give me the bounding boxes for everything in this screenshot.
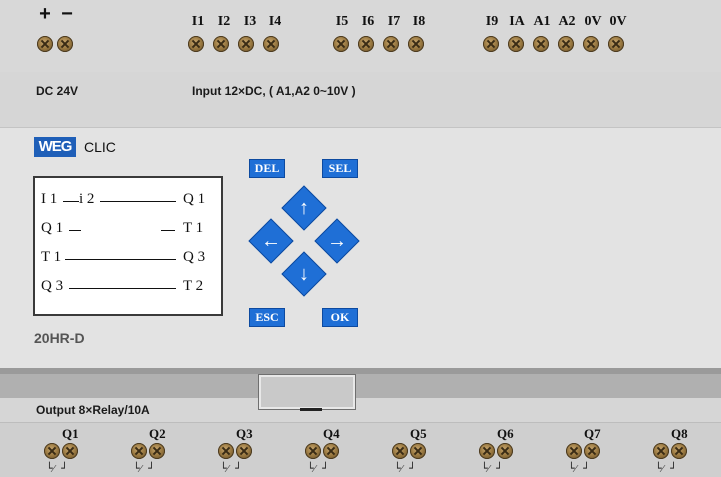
terminal-label-i6: I6 bbox=[361, 14, 375, 29]
lcd-row: Q 1 T 1 bbox=[35, 220, 221, 240]
terminal-label-a2: A2 bbox=[558, 14, 576, 29]
screw-terminal-q7-b[interactable] bbox=[584, 443, 600, 459]
output-label-q2: Q2 bbox=[149, 426, 166, 441]
screw-terminal-ia[interactable] bbox=[508, 36, 524, 52]
screw-terminal-q8-a[interactable] bbox=[653, 443, 669, 459]
screw-terminal-plus[interactable] bbox=[37, 36, 53, 52]
right-arrow-icon: → bbox=[327, 230, 347, 252]
terminal-label-0v-1: 0V bbox=[584, 14, 602, 29]
terminal-label-ia: IA bbox=[509, 14, 525, 29]
screw-terminal-i5[interactable] bbox=[333, 36, 349, 52]
relay-contact-icon: └⁄ ┘ bbox=[568, 462, 590, 475]
screw-terminal-0v-2[interactable] bbox=[608, 36, 624, 52]
product-name: CLIC bbox=[84, 139, 116, 155]
output-terminal-strip: Q1 └⁄ ┘ Q2 └⁄ ┘ Q3 └⁄ ┘ Q4 └⁄ ┘ Q5 └⁄ ┘ … bbox=[0, 422, 721, 477]
terminal-label-a1: A1 bbox=[533, 14, 551, 29]
output-label-q1: Q1 bbox=[62, 426, 79, 441]
relay-contact-icon: └⁄ ┘ bbox=[307, 462, 329, 475]
output-label-q7: Q7 bbox=[584, 426, 601, 441]
lcd-display: I 1 i 2 Q 1 Q 1 T 1 T 1 Q 3 Q 3 T 2 bbox=[33, 176, 223, 316]
ok-button[interactable]: OK bbox=[322, 308, 358, 327]
screw-terminal-i9[interactable] bbox=[483, 36, 499, 52]
screw-terminal-q6-a[interactable] bbox=[479, 443, 495, 459]
screw-terminal-q5-a[interactable] bbox=[392, 443, 408, 459]
slot-tab bbox=[300, 408, 322, 411]
output-label-q8: Q8 bbox=[671, 426, 688, 441]
terminal-label-i8: I8 bbox=[412, 14, 426, 29]
relay-contact-icon: └⁄ ┘ bbox=[481, 462, 503, 475]
terminal-label-i3: I3 bbox=[243, 14, 257, 29]
relay-contact-icon: └⁄ ┘ bbox=[220, 462, 242, 475]
lcd-coil-q1: Q 1 bbox=[183, 191, 206, 207]
screw-terminal-a2[interactable] bbox=[558, 36, 574, 52]
relay-contact-icon: └⁄ ┘ bbox=[655, 462, 677, 475]
output-spec-band: Output 8×Relay/10A bbox=[0, 398, 721, 422]
output-label-q5: Q5 bbox=[410, 426, 427, 441]
screw-terminal-q1-b[interactable] bbox=[62, 443, 78, 459]
screw-terminal-a1[interactable] bbox=[533, 36, 549, 52]
terminal-label-i9: I9 bbox=[485, 14, 499, 29]
lcd-contact-q3: Q 3 bbox=[41, 278, 64, 294]
spec-band: DC 24V Input 12×DC, ( A1,A2 0~10V ) bbox=[0, 72, 721, 128]
terminal-label-i2: I2 bbox=[217, 14, 231, 29]
input-terminal-strip: + − I1 I2 I3 I4 I5 I6 I7 I8 I9 IA A1 A2 … bbox=[0, 0, 721, 73]
screw-terminal-q5-b[interactable] bbox=[410, 443, 426, 459]
terminal-label-i4: I4 bbox=[268, 14, 282, 29]
model-number: 20HR-D bbox=[34, 330, 85, 346]
terminal-label-i7: I7 bbox=[387, 14, 401, 29]
screw-terminal-q1-a[interactable] bbox=[44, 443, 60, 459]
up-arrow-icon: ↑ bbox=[299, 197, 309, 219]
del-button[interactable]: DEL bbox=[249, 159, 285, 178]
lcd-coil-t2: T 2 bbox=[183, 278, 204, 294]
screw-terminal-q8-b[interactable] bbox=[671, 443, 687, 459]
ledge-shadow bbox=[0, 368, 721, 374]
output-label-q4: Q4 bbox=[323, 426, 340, 441]
relay-contact-icon: └⁄ ┘ bbox=[46, 462, 68, 475]
screw-terminal-q2-b[interactable] bbox=[149, 443, 165, 459]
output-label-q3: Q3 bbox=[236, 426, 253, 441]
screw-terminal-q4-b[interactable] bbox=[323, 443, 339, 459]
esc-button[interactable]: ESC bbox=[249, 308, 285, 327]
terminal-label-i5: I5 bbox=[335, 14, 349, 29]
screw-terminal-i8[interactable] bbox=[408, 36, 424, 52]
screw-terminal-q3-a[interactable] bbox=[218, 443, 234, 459]
terminal-label-plus: + bbox=[39, 3, 51, 25]
input-spec-label: Input 12×DC, ( A1,A2 0~10V ) bbox=[192, 84, 356, 98]
plc-device: + − I1 I2 I3 I4 I5 I6 I7 I8 I9 IA A1 A2 … bbox=[0, 0, 721, 477]
output-label-q6: Q6 bbox=[497, 426, 514, 441]
output-spec-label: Output 8×Relay/10A bbox=[36, 403, 150, 417]
supply-label: DC 24V bbox=[36, 84, 79, 98]
screw-terminal-i2[interactable] bbox=[213, 36, 229, 52]
terminal-label-i1: I1 bbox=[191, 14, 205, 29]
screw-terminal-minus[interactable] bbox=[57, 36, 73, 52]
screw-terminal-i7[interactable] bbox=[383, 36, 399, 52]
screw-terminal-q7-a[interactable] bbox=[566, 443, 582, 459]
weg-logo: WEG bbox=[34, 137, 76, 157]
expansion-slot-cover[interactable] bbox=[258, 374, 356, 410]
screw-terminal-q2-a[interactable] bbox=[131, 443, 147, 459]
down-arrow-icon: ↓ bbox=[299, 263, 309, 285]
relay-contact-icon: └⁄ ┘ bbox=[133, 462, 155, 475]
screw-terminal-i6[interactable] bbox=[358, 36, 374, 52]
screw-terminal-0v-1[interactable] bbox=[583, 36, 599, 52]
lcd-coil-t1: T 1 bbox=[183, 220, 204, 236]
sel-button[interactable]: SEL bbox=[322, 159, 358, 178]
screw-terminal-q6-b[interactable] bbox=[497, 443, 513, 459]
screw-terminal-q3-b[interactable] bbox=[236, 443, 252, 459]
screw-terminal-i1[interactable] bbox=[188, 36, 204, 52]
screw-terminal-i4[interactable] bbox=[263, 36, 279, 52]
relay-contact-icon: └⁄ ┘ bbox=[394, 462, 416, 475]
terminal-label-minus: − bbox=[61, 3, 73, 25]
lcd-contact-i1: I 1 bbox=[41, 191, 58, 207]
left-arrow-icon: ← bbox=[261, 230, 281, 252]
terminal-label-0v-2: 0V bbox=[609, 14, 627, 29]
screw-terminal-i3[interactable] bbox=[238, 36, 254, 52]
lcd-contact-i2: i 2 bbox=[79, 191, 95, 207]
lcd-contact-q1: Q 1 bbox=[41, 220, 64, 236]
screw-terminal-q4-a[interactable] bbox=[305, 443, 321, 459]
lcd-contact-t1: T 1 bbox=[41, 249, 62, 265]
lcd-coil-q3: Q 3 bbox=[183, 249, 206, 265]
